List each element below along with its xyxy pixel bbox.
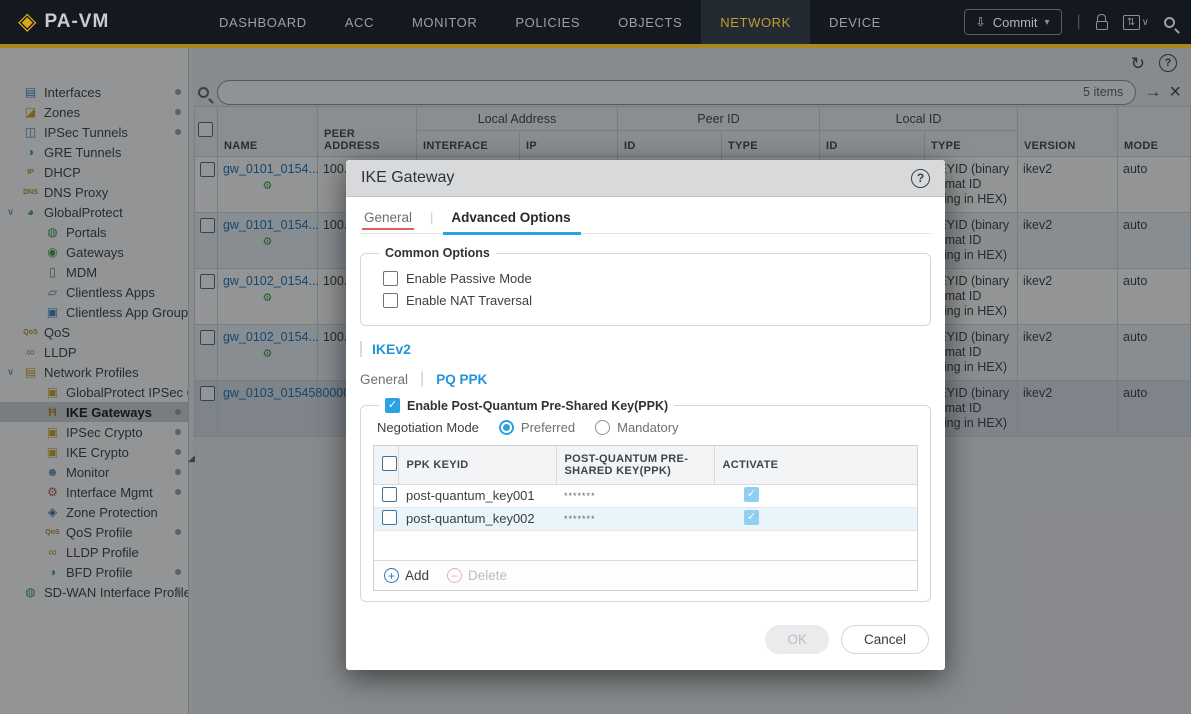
menu-item-dashboard[interactable]: DASHBOARD	[200, 0, 326, 44]
ikev2-subtabs: General | PQ PPK	[360, 370, 931, 388]
ppk-select-all-checkbox[interactable]	[382, 455, 397, 471]
ikev2-heading: IKEv2	[360, 341, 931, 357]
menu-item-device[interactable]: DEVICE	[810, 0, 900, 44]
common-options-fieldset: Common Options Enable Passive Mode Enabl…	[360, 246, 931, 326]
ppk-row[interactable]: post-quantum_key001 *******	[374, 483, 917, 508]
menu-item-policies[interactable]: POLICIES	[496, 0, 599, 44]
ppk-key-cell: *******	[556, 483, 714, 508]
enable-ppk-label: Enable Post-Quantum Pre-Shared Key(PPK)	[407, 398, 669, 413]
preferred-radio[interactable]	[498, 420, 514, 435]
ppk-col-key[interactable]: POST-QUANTUM PRE-SHARED KEY(PPK)	[555, 446, 715, 485]
ppk-row-checkbox[interactable]	[382, 509, 397, 525]
common-options-legend: Common Options	[385, 246, 490, 260]
subtab-separator: |	[420, 370, 425, 387]
ppk-col-keyid[interactable]: PPK KEYID	[397, 446, 557, 485]
negotiation-mode-label: Negotiation Mode	[377, 420, 479, 435]
task-manager-icon: ⇅	[1122, 14, 1140, 30]
menu-item-network[interactable]: NETWORK	[701, 0, 810, 44]
top-nav: ◈ PA-VM DASHBOARD ACC MONITOR POLICIES OBJEC…	[0, 0, 1191, 48]
cancel-button[interactable]: Cancel	[840, 625, 929, 654]
delete-icon: −	[447, 568, 463, 583]
brand-name: PA-VM	[44, 11, 110, 32]
ppk-row-checkbox[interactable]	[382, 486, 397, 502]
enable-ppk-checkbox[interactable]	[385, 398, 400, 413]
chevron-down-icon: ∨	[1141, 16, 1149, 28]
global-search-icon[interactable]	[1164, 16, 1175, 28]
activate-checkbox[interactable]	[744, 486, 759, 502]
dialog-titlebar: IKE Gateway ?	[346, 160, 945, 197]
ppk-col-activate[interactable]: ACTIVATE	[713, 446, 917, 485]
nav-right: ⇩ Commit ▾ | ⇅ ∨	[963, 0, 1191, 44]
enable-nat-traversal-label: Enable NAT Traversal	[406, 293, 532, 308]
pan-logo-icon: ◈	[18, 8, 37, 35]
ike-gateway-dialog: IKE Gateway ? General | Advanced Options…	[346, 160, 945, 670]
enable-passive-mode-checkbox[interactable]	[383, 271, 398, 286]
commit-button[interactable]: ⇩ Commit ▾	[963, 9, 1062, 35]
chevron-down-icon: ▾	[1044, 16, 1050, 28]
ppk-table-footer: + Add − Delete	[374, 560, 917, 590]
subtab-pq-ppk[interactable]: PQ PPK	[436, 372, 487, 387]
ppk-row[interactable]: post-quantum_key002 *******	[374, 506, 917, 531]
subtab-general[interactable]: General	[360, 372, 408, 387]
ppk-table-empty-area	[374, 531, 917, 561]
main-menu: DASHBOARD ACC MONITOR POLICIES OBJECTS NETWOR…	[200, 0, 900, 44]
tasks-icon[interactable]: ⇅ ∨	[1122, 14, 1149, 30]
dialog-title: IKE Gateway	[361, 169, 455, 186]
ppk-table-container: PPK KEYID POST-QUANTUM PRE-SHARED KEY(PP…	[373, 445, 918, 591]
negotiation-mode-row: Negotiation Mode Preferred Mandatory	[377, 420, 918, 435]
preferred-label: Preferred	[520, 420, 576, 435]
add-icon: +	[384, 568, 399, 583]
mandatory-radio[interactable]	[595, 420, 611, 435]
brand: ◈ PA-VM	[0, 0, 200, 44]
menu-item-monitor[interactable]: MONITOR	[393, 0, 496, 44]
tab-separator: |	[430, 210, 434, 225]
activate-checkbox[interactable]	[744, 509, 759, 525]
dialog-footer: OK Cancel	[346, 625, 945, 670]
menu-item-acc[interactable]: ACC	[326, 0, 393, 44]
add-button[interactable]: + Add	[384, 568, 429, 583]
ppk-table: PPK KEYID POST-QUANTUM PRE-SHARED KEY(PP…	[374, 446, 917, 531]
add-label: Add	[405, 568, 430, 583]
radio-option-mandatory[interactable]: Mandatory	[595, 420, 679, 435]
enable-passive-mode-row: Enable Passive Mode	[383, 271, 918, 286]
dialog-body: General | Advanced Options Common Option…	[346, 197, 945, 625]
tab-advanced-options[interactable]: Advanced Options	[443, 210, 581, 235]
lock-icon[interactable]	[1095, 14, 1108, 30]
commit-label: Commit	[992, 14, 1038, 30]
ppk-key-cell: *******	[556, 506, 714, 531]
ppk-legend: Enable Post-Quantum Pre-Shared Key(PPK)	[379, 398, 674, 413]
ok-button[interactable]: OK	[765, 625, 829, 654]
delete-label: Delete	[468, 568, 508, 583]
enable-nat-traversal-checkbox[interactable]	[383, 293, 398, 308]
radio-option-preferred[interactable]: Preferred	[498, 420, 576, 435]
delete-button[interactable]: − Delete	[447, 568, 507, 583]
ppk-keyid-cell: post-quantum_key001	[398, 483, 556, 508]
nav-divider: |	[1076, 13, 1081, 30]
ppk-keyid-cell: post-quantum_key002	[398, 506, 556, 531]
mandatory-label: Mandatory	[617, 420, 679, 435]
commit-icon: ⇩	[975, 15, 986, 29]
tab-general[interactable]: General	[360, 210, 416, 233]
ppk-fieldset: Enable Post-Quantum Pre-Shared Key(PPK) …	[360, 398, 931, 602]
menu-item-objects[interactable]: OBJECTS	[599, 0, 701, 44]
enable-nat-traversal-row: Enable NAT Traversal	[383, 293, 918, 308]
dialog-tabs: General | Advanced Options	[360, 210, 931, 235]
dialog-help-icon[interactable]: ?	[911, 168, 930, 188]
enable-passive-mode-label: Enable Passive Mode	[406, 271, 532, 286]
